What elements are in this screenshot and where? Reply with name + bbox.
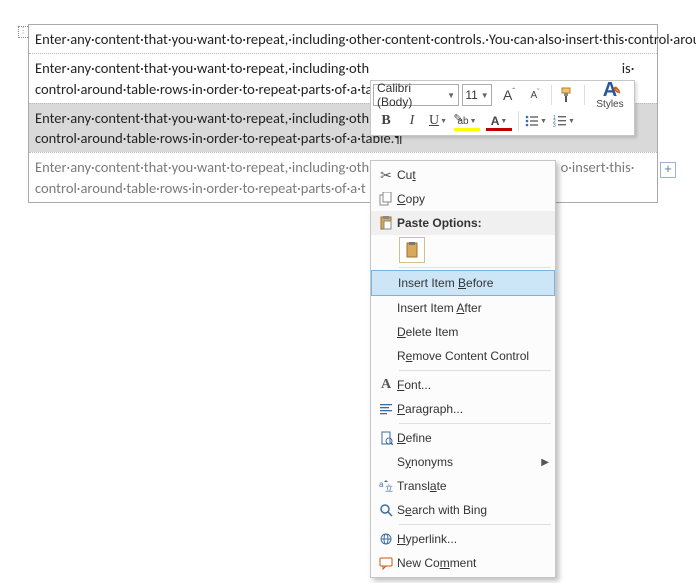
- menu-delete-item[interactable]: Delete Item: [371, 320, 555, 344]
- separator: [584, 85, 585, 105]
- styles-button[interactable]: A✎ Styles: [588, 84, 632, 106]
- comment-icon: [375, 556, 397, 570]
- row-text-b: control·around·table·rows·in·order·to·re…: [35, 179, 366, 197]
- menu-insert-item-after[interactable]: Insert Item After: [371, 296, 555, 320]
- chevron-right-icon: ▶: [541, 457, 549, 468]
- row-text-left: Enter·any·content·that·you·want·to·repea…: [35, 59, 369, 77]
- paste-icon: [375, 216, 397, 230]
- highlight-color: [454, 128, 480, 131]
- styles-icon: A✎: [603, 81, 617, 99]
- separator: [399, 524, 551, 525]
- menu-remove-content-control[interactable]: Remove Content Control: [371, 344, 555, 368]
- bold-button[interactable]: B: [373, 110, 399, 132]
- add-item-handle[interactable]: +: [660, 162, 676, 178]
- paste-options-label: Paste Options:: [397, 216, 482, 230]
- shrink-font-button[interactable]: Aˇ: [522, 84, 548, 106]
- row-text-left: Enter·any·content·that·you·want·to·repea…: [35, 158, 369, 176]
- bullets-icon: [525, 114, 539, 128]
- svg-text:a: a: [379, 480, 384, 489]
- underline-button[interactable]: U▼: [425, 110, 451, 132]
- font-color-button[interactable]: A ▼: [483, 110, 515, 132]
- bullets-button[interactable]: ▼: [522, 110, 550, 132]
- row-text-b: control·around·table·rows·in·order·to·re…: [35, 80, 373, 98]
- table-row[interactable]: Enter·any·content·that·you·want·to·repea…: [29, 25, 657, 53]
- menu-synonyms[interactable]: Synonyms ▶: [371, 450, 555, 474]
- svg-text:3: 3: [553, 123, 556, 128]
- italic-button[interactable]: I: [399, 110, 425, 132]
- define-icon: [375, 431, 397, 445]
- row-text-right: is·: [622, 59, 635, 77]
- row-text-left: Enter·any·content·that·you·want·to·repea…: [35, 109, 369, 127]
- separator: [399, 370, 551, 371]
- row-text-right: o·insert·this·: [561, 158, 635, 176]
- format-painter-icon: [560, 87, 576, 103]
- font-size-text: 11: [465, 88, 477, 102]
- font-size-combo[interactable]: 11 ▼: [462, 84, 492, 106]
- chevron-down-icon: ▼: [478, 91, 489, 100]
- separator: [399, 423, 551, 424]
- menu-search-bing[interactable]: Search with Bing: [371, 498, 555, 522]
- chevron-down-icon: ▼: [444, 91, 455, 100]
- cut-icon: ✂: [375, 167, 397, 184]
- row-text: Enter·any·content·that·you·want·to·repea…: [35, 30, 696, 48]
- svg-text:立: 立: [385, 483, 393, 493]
- menu-font[interactable]: A Font...: [371, 373, 555, 397]
- format-painter-button[interactable]: [555, 84, 581, 106]
- context-menu: ✂ Cut Copy Paste Options: Insert Item Be…: [370, 160, 556, 578]
- chevron-down-icon: ▼: [568, 118, 575, 125]
- chevron-down-icon: ▼: [440, 118, 447, 125]
- grow-font-button[interactable]: Aˆ: [496, 84, 522, 106]
- table-row[interactable]: Enter·any·content·that·you·want·to·repea…: [29, 152, 657, 202]
- chevron-down-icon: ▼: [470, 118, 477, 125]
- mini-toolbar: Calibri (Body) ▼ 11 ▼ Aˆ Aˇ A✎ Styles: [370, 80, 635, 136]
- font-name-combo[interactable]: Calibri (Body) ▼: [373, 84, 459, 106]
- chevron-down-icon: ▼: [500, 118, 507, 125]
- font-name-text: Calibri (Body): [377, 81, 444, 109]
- separator: [518, 111, 519, 131]
- chevron-down-icon: ▼: [540, 118, 547, 125]
- menu-cut[interactable]: ✂ Cut: [371, 163, 555, 187]
- menu-hyperlink[interactable]: Hyperlink...: [371, 527, 555, 551]
- paste-options-row: [371, 235, 555, 265]
- translate-icon: a立: [375, 479, 397, 493]
- menu-define[interactable]: Define: [371, 426, 555, 450]
- hyperlink-icon: [375, 532, 397, 546]
- menu-copy[interactable]: Copy: [371, 187, 555, 211]
- numbering-icon: 1 2 3: [553, 114, 567, 128]
- numbering-button[interactable]: 1 2 3 ▼: [550, 110, 578, 132]
- paragraph-icon: [375, 402, 397, 416]
- search-icon: [375, 503, 397, 517]
- paste-keep-source-button[interactable]: [399, 237, 425, 263]
- menu-translate[interactable]: a立 Translate: [371, 474, 555, 498]
- font-icon: A: [375, 377, 397, 393]
- copy-icon: [375, 192, 397, 206]
- row-text-b: control·around·table·rows·in·order·to·re…: [35, 129, 403, 147]
- highlight-button[interactable]: ab✎ ▼: [451, 110, 483, 132]
- menu-paste-options-header: Paste Options:: [371, 211, 555, 235]
- menu-new-comment[interactable]: New Comment: [371, 551, 555, 575]
- clipboard-icon: [404, 242, 420, 258]
- separator: [399, 267, 551, 268]
- menu-paragraph[interactable]: Paragraph...: [371, 397, 555, 421]
- font-color: [486, 128, 512, 131]
- separator: [551, 85, 552, 105]
- menu-insert-item-before[interactable]: Insert Item Before: [371, 270, 555, 296]
